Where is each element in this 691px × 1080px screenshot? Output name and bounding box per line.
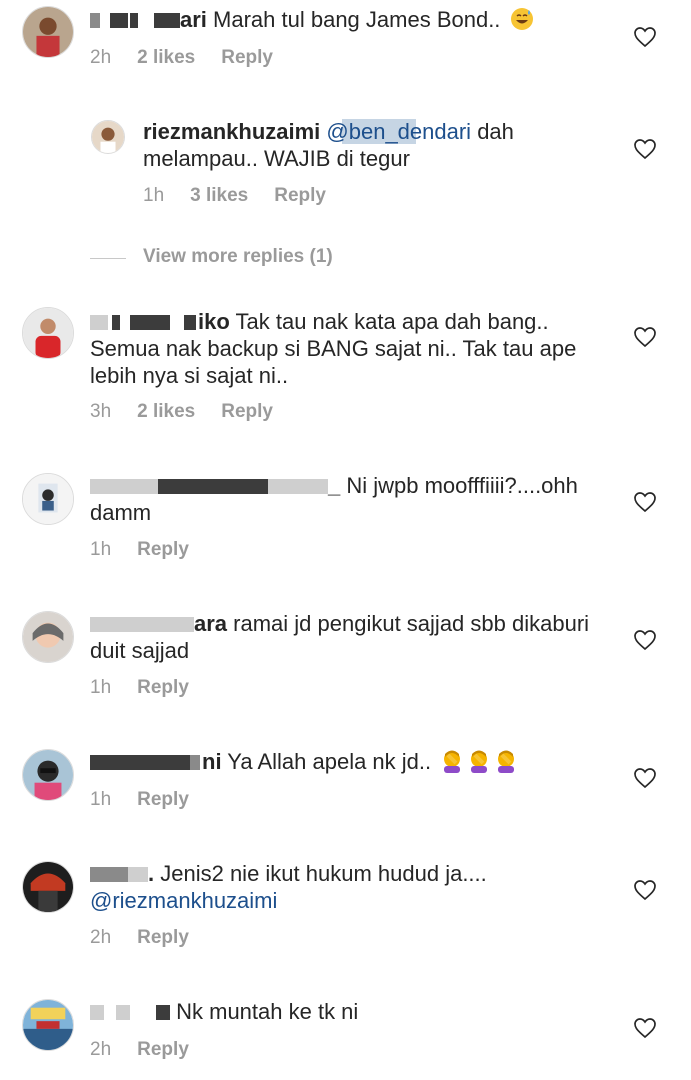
avatar[interactable] bbox=[22, 473, 74, 525]
divider-line bbox=[90, 258, 126, 259]
avatar[interactable] bbox=[22, 999, 74, 1051]
reply-button[interactable]: Reply bbox=[137, 1039, 189, 1060]
comment-time: 2h bbox=[90, 927, 112, 948]
reply-button[interactable]: Reply bbox=[137, 789, 189, 810]
comment-text: iko Tak tau nak kata apa dah bang.. Semu… bbox=[90, 309, 577, 388]
comment-username[interactable]: riezmankhuzaimi bbox=[143, 119, 320, 144]
comment-meta: 1h Reply bbox=[90, 677, 215, 699]
comment-username[interactable] bbox=[90, 999, 170, 1024]
reply-button[interactable]: Reply bbox=[137, 677, 189, 698]
comment-text: ni Ya Allah apela nk jd.. bbox=[90, 748, 610, 775]
facepalm-emoji bbox=[498, 750, 515, 773]
comment-text: ari Marah tul bang James Bond.. bbox=[90, 6, 630, 33]
comment-text: riezmankhuzaimi @ben_dendari dah melampa… bbox=[143, 119, 514, 171]
comment-meta: 3h 2 likes Reply bbox=[90, 401, 299, 423]
likes-count[interactable]: 2 likes bbox=[137, 401, 195, 422]
heart-outline-icon[interactable] bbox=[633, 26, 657, 48]
heart-outline-icon[interactable] bbox=[633, 879, 657, 901]
comment-username[interactable]: . bbox=[90, 861, 154, 886]
likes-count[interactable]: 3 likes bbox=[190, 185, 248, 206]
reply-button[interactable]: Reply bbox=[221, 47, 273, 68]
comment-username[interactable]: iko bbox=[90, 309, 230, 334]
comment-text: . Jenis2 nie ikut hukum hudud ja.... @ri… bbox=[90, 861, 487, 913]
comment-text: _ Ni jwpb moofffiiii?....ohh damm bbox=[90, 473, 578, 525]
heart-outline-icon[interactable] bbox=[633, 629, 657, 651]
avatar[interactable] bbox=[91, 120, 125, 154]
comment-meta: 1h Reply bbox=[90, 789, 215, 811]
mention-link[interactable]: @riezmankhuzaimi bbox=[90, 888, 277, 913]
heart-outline-icon[interactable] bbox=[633, 767, 657, 789]
comment-meta: 1h 3 likes Reply bbox=[143, 185, 352, 207]
reply-button[interactable]: Reply bbox=[221, 401, 273, 422]
facepalm-emoji bbox=[444, 750, 461, 773]
reply-button[interactable]: Reply bbox=[137, 927, 189, 948]
view-more-replies-button[interactable]: View more replies (1) bbox=[143, 246, 333, 268]
comment-time: 1h bbox=[90, 789, 112, 810]
heart-outline-icon[interactable] bbox=[633, 1017, 657, 1039]
comment-username[interactable]: ari bbox=[90, 7, 207, 32]
comment-time: 1h bbox=[90, 677, 112, 698]
comment-meta: 2h Reply bbox=[90, 1039, 215, 1061]
comment-time: 2h bbox=[90, 47, 112, 68]
comment-username[interactable]: _ bbox=[90, 473, 340, 498]
avatar[interactable] bbox=[22, 861, 74, 913]
reply-button[interactable]: Reply bbox=[137, 539, 189, 560]
comment-text: Nk muntah ke tk ni bbox=[90, 998, 610, 1025]
comment-username[interactable]: ni bbox=[90, 749, 222, 774]
comment-meta: 2h Reply bbox=[90, 927, 215, 949]
heart-outline-icon[interactable] bbox=[633, 491, 657, 513]
avatar[interactable] bbox=[22, 307, 74, 359]
heart-outline-icon[interactable] bbox=[633, 326, 657, 348]
mention-link[interactable]: @ben_dendari bbox=[326, 119, 472, 144]
comment-username[interactable]: ara bbox=[90, 611, 227, 636]
comment-meta: 1h Reply bbox=[90, 539, 215, 561]
comment-text: ara ramai jd pengikut sajjad sbb dikabur… bbox=[90, 611, 590, 663]
comment-time: 2h bbox=[90, 1039, 112, 1060]
comment-time: 1h bbox=[90, 539, 112, 560]
facepalm-emoji bbox=[471, 750, 488, 773]
avatar[interactable] bbox=[22, 6, 74, 58]
avatar[interactable] bbox=[22, 611, 74, 663]
heart-outline-icon[interactable] bbox=[633, 138, 657, 160]
comment-time: 3h bbox=[90, 401, 112, 422]
likes-count[interactable]: 2 likes bbox=[137, 47, 195, 68]
comment-meta: 2h 2 likes Reply bbox=[90, 47, 299, 69]
avatar[interactable] bbox=[22, 749, 74, 801]
reply-button[interactable]: Reply bbox=[274, 185, 326, 206]
comment-time: 1h bbox=[143, 185, 165, 206]
sweat-smile-emoji bbox=[510, 8, 533, 30]
